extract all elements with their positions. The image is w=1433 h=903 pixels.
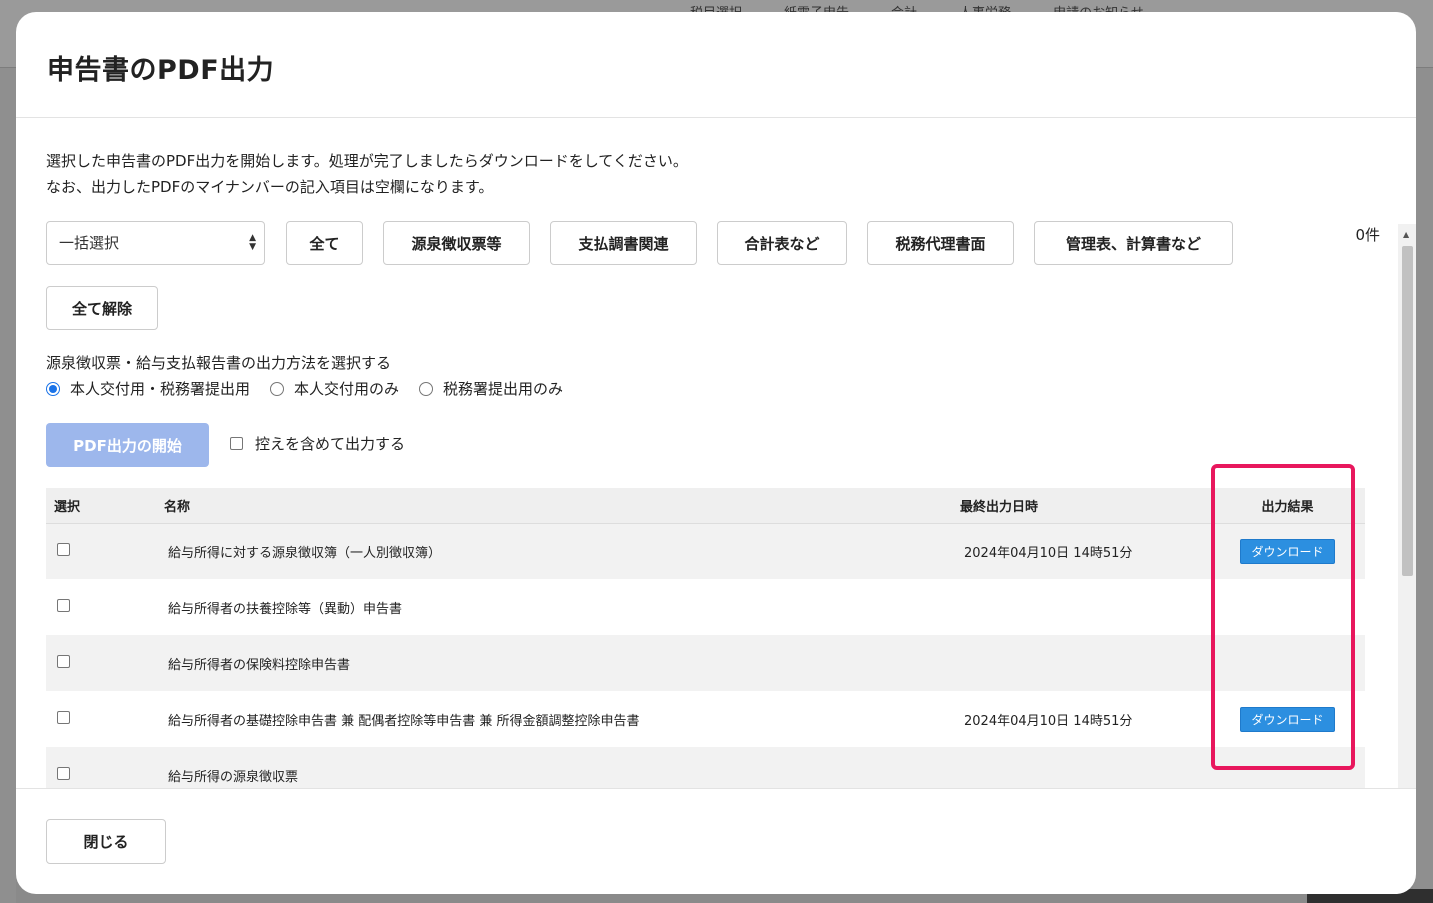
filter-withholding-button[interactable]: 源泉徴収票等	[383, 221, 530, 265]
header-result: 出力結果	[1210, 488, 1365, 524]
modal-body[interactable]: 選択した申告書のPDF出力を開始します。処理が完了しましたらダウンロードをしてく…	[16, 118, 1416, 788]
radio-recipient-only[interactable]: 本人交付用のみ	[270, 378, 399, 399]
background-left-panel	[0, 68, 16, 903]
filter-totals-button[interactable]: 合計表など	[717, 221, 847, 265]
include-copy-label: 控えを含めて出力する	[255, 435, 406, 453]
table-row: 給与所得者の保険料控除申告書	[46, 635, 1365, 691]
selected-count: 0件	[1355, 226, 1380, 244]
bulk-select-value: 一括選択	[59, 234, 120, 252]
checkbox[interactable]	[230, 437, 243, 450]
row-last-output	[950, 579, 1210, 635]
row-result	[1210, 635, 1365, 691]
row-last-output: 2024年04月10日 14時51分	[950, 523, 1210, 579]
row-result	[1210, 747, 1365, 788]
output-method-radios: 本人交付用・税務署提出用 本人交付用のみ 税務署提出用のみ	[46, 378, 583, 399]
table-row: 給与所得者の基礎控除申告書 兼 配偶者控除等申告書 兼 所得金額調整控除申告書 …	[46, 691, 1365, 747]
bulk-select-dropdown[interactable]: 一括選択 ▲ ▼	[46, 221, 265, 265]
background-right-panel	[1413, 68, 1433, 903]
row-checkbox[interactable]	[57, 710, 70, 724]
filter-management-button[interactable]: 管理表、計算書など	[1034, 221, 1233, 265]
pdf-output-modal: 申告書のPDF出力 選択した申告書のPDF出力を開始します。処理が完了しましたら…	[16, 12, 1416, 894]
table-row: 給与所得に対する源泉徴収簿（一人別徴収簿） 2024年04月10日 14時51分…	[46, 523, 1365, 579]
row-name: 給与所得に対する源泉徴収簿（一人別徴収簿）	[154, 523, 950, 579]
description-line-1: 選択した申告書のPDF出力を開始します。処理が完了しましたらダウンロードをしてく…	[46, 152, 688, 170]
row-last-output: 2024年04月10日 14時51分	[964, 713, 1133, 729]
row-name: 給与所得者の保険料控除申告書	[154, 635, 950, 691]
table-row: 給与所得の源泉徴収票	[46, 747, 1365, 788]
include-copy-checkbox[interactable]: 控えを含めて出力する	[230, 433, 405, 454]
table-header-row: 選択 名称 最終出力日時 出力結果	[46, 488, 1365, 524]
radio-both[interactable]: 本人交付用・税務署提出用	[46, 378, 250, 399]
start-pdf-output-button[interactable]: PDF出力の開始	[46, 423, 209, 467]
filter-all-button[interactable]: 全て	[286, 221, 363, 265]
row-result	[1210, 579, 1365, 635]
scroll-thumb[interactable]	[1402, 246, 1413, 576]
row-name: 給与所得者の基礎控除申告書 兼 配偶者控除等申告書 兼 所得金額調整控除申告書	[168, 713, 640, 729]
documents-table: 選択 名称 最終出力日時 出力結果 給与所得に対する源泉徴収簿（一人別徴収簿） …	[46, 488, 1365, 788]
radio-label: 本人交付用・税務署提出用	[70, 380, 251, 398]
radio-button[interactable]	[270, 381, 285, 396]
filter-tax-agent-button[interactable]: 税務代理書面	[867, 221, 1014, 265]
clear-all-button[interactable]: 全て解除	[46, 286, 158, 330]
row-last-output	[950, 747, 1210, 788]
header-name[interactable]: 名称	[154, 488, 950, 524]
select-arrows-icon: ▲ ▼	[249, 233, 256, 252]
radio-tax-office-only[interactable]: 税務署提出用のみ	[419, 378, 563, 399]
modal-scrollbar[interactable]: ▲ ▼	[1398, 224, 1416, 788]
table-row: 給与所得者の扶養控除等（異動）申告書	[46, 579, 1365, 635]
radio-button[interactable]	[419, 381, 434, 396]
radio-button-checked[interactable]	[46, 381, 60, 396]
modal-header: 申告書のPDF出力	[16, 12, 1416, 118]
download-button[interactable]: ダウンロード	[1240, 538, 1335, 564]
modal-footer: 閉じる	[16, 788, 1416, 894]
row-checkbox[interactable]	[57, 542, 70, 556]
row-name: 給与所得の源泉徴収票	[154, 747, 950, 788]
row-checkbox[interactable]	[57, 654, 70, 668]
header-last-output[interactable]: 最終出力日時	[950, 488, 1210, 524]
close-button[interactable]: 閉じる	[46, 819, 166, 864]
header-select: 選択	[46, 488, 154, 524]
description: 選択した申告書のPDF出力を開始します。処理が完了しましたらダウンロードをしてく…	[46, 148, 688, 200]
scroll-up-icon[interactable]: ▲	[1403, 230, 1409, 239]
filter-payment-records-button[interactable]: 支払調書関連	[550, 221, 697, 265]
download-button[interactable]: ダウンロード	[1240, 706, 1335, 732]
radio-label: 税務署提出用のみ	[443, 380, 564, 398]
output-method-label: 源泉徴収票・給与支払報告書の出力方法を選択する	[46, 354, 392, 372]
row-name: 給与所得者の扶養控除等（異動）申告書	[168, 601, 403, 617]
description-line-2: なお、出力したPDFのマイナンバーの記入項目は空欄になります。	[46, 178, 494, 196]
radio-label: 本人交付用のみ	[294, 380, 400, 398]
row-checkbox[interactable]	[57, 598, 70, 612]
modal-title: 申告書のPDF出力	[47, 55, 275, 86]
row-last-output	[950, 635, 1210, 691]
row-checkbox[interactable]	[57, 766, 70, 780]
